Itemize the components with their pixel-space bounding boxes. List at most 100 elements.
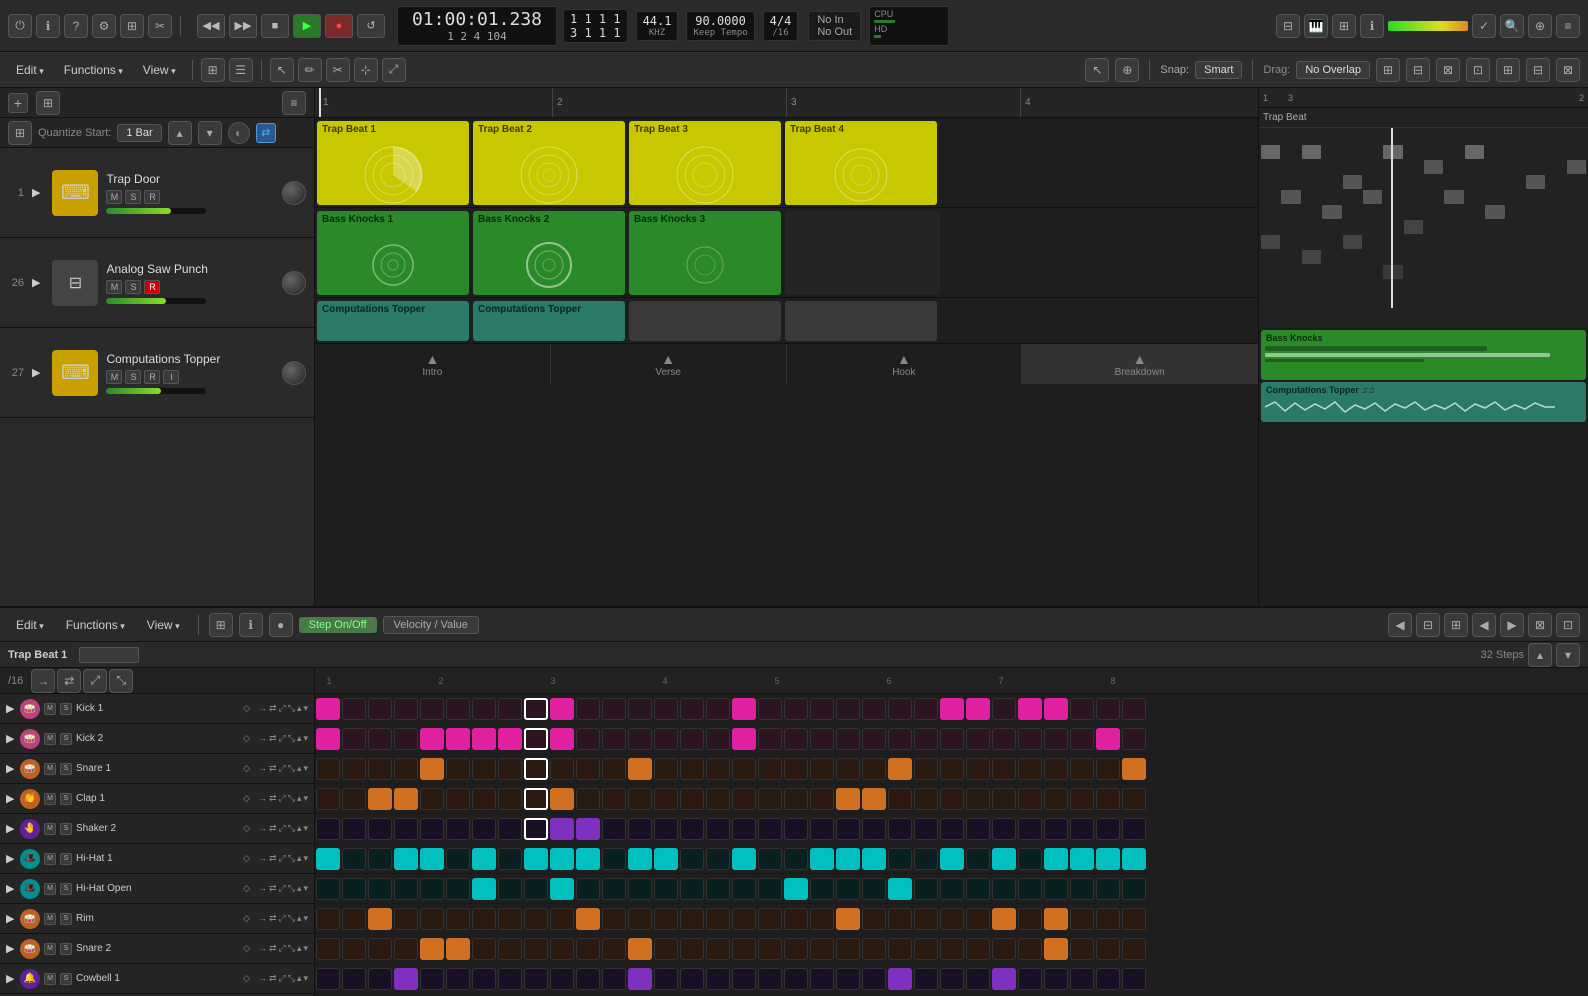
- functions-menu[interactable]: Functions: [56, 60, 131, 80]
- clip-comp-topper-2[interactable]: Computations Topper: [473, 301, 625, 341]
- marquee-tool[interactable]: ⊹: [354, 58, 378, 82]
- track-27-input[interactable]: I: [163, 370, 179, 384]
- shaker2-step-27[interactable]: [992, 818, 1016, 840]
- search-icon[interactable]: 🔍: [1500, 14, 1524, 38]
- clap1-mute[interactable]: M: [44, 793, 56, 805]
- kick2-step-30[interactable]: [1070, 728, 1094, 750]
- rim-step-17[interactable]: [732, 908, 756, 930]
- kick1-solo[interactable]: S: [60, 703, 72, 715]
- snare2-step-32[interactable]: [1122, 938, 1146, 960]
- rt-icon1[interactable]: ⊞: [1376, 58, 1400, 82]
- step-right5[interactable]: ▶: [1500, 613, 1524, 637]
- rim-step-32[interactable]: [1122, 908, 1146, 930]
- hihat1-step-21[interactable]: [836, 848, 860, 870]
- rt-icon3[interactable]: ⊠: [1436, 58, 1460, 82]
- kick1-step-25[interactable]: [940, 698, 964, 720]
- kick2-solo[interactable]: S: [60, 733, 72, 745]
- clap1-step-25[interactable]: [940, 788, 964, 810]
- add-track-button[interactable]: +: [8, 93, 28, 113]
- clap1-step-30[interactable]: [1070, 788, 1094, 810]
- clap1-step-23[interactable]: [888, 788, 912, 810]
- track-27-solo[interactable]: S: [125, 370, 141, 384]
- snare1-step-19[interactable]: [784, 758, 808, 780]
- cowbell1-step-32[interactable]: [1122, 968, 1146, 990]
- track-1-solo[interactable]: S: [125, 190, 141, 204]
- track-27-fader[interactable]: [106, 388, 206, 394]
- kick2-step-4[interactable]: [394, 728, 418, 750]
- clap1-step-12[interactable]: [602, 788, 626, 810]
- kick2-step-18[interactable]: [758, 728, 782, 750]
- inspector-icon[interactable]: ℹ: [1360, 14, 1384, 38]
- hihat1-step-20[interactable]: [810, 848, 834, 870]
- snare2-step-15[interactable]: [680, 938, 704, 960]
- cowbell1-step-30[interactable]: [1070, 968, 1094, 990]
- kick1-step-1[interactable]: [316, 698, 340, 720]
- kick2-step-31[interactable]: [1096, 728, 1120, 750]
- shaker2-step-22[interactable]: [862, 818, 886, 840]
- kick2-step-14[interactable]: [654, 728, 678, 750]
- shaker2-step-13[interactable]: [628, 818, 652, 840]
- hihat1-step-25[interactable]: [940, 848, 964, 870]
- kick2-step-23[interactable]: [888, 728, 912, 750]
- rim-step-25[interactable]: [940, 908, 964, 930]
- hihatopen-step-10[interactable]: [550, 878, 574, 900]
- track-27-icon[interactable]: ⌨: [52, 350, 98, 396]
- snare2-step-1[interactable]: [316, 938, 340, 960]
- snare2-step-4[interactable]: [394, 938, 418, 960]
- hihatopen-step-4[interactable]: [394, 878, 418, 900]
- track-26-mute[interactable]: M: [106, 280, 122, 294]
- clap1-step-28[interactable]: [1018, 788, 1042, 810]
- cowbell1-step-18[interactable]: [758, 968, 782, 990]
- shaker2-step-11[interactable]: [576, 818, 600, 840]
- hihatopen-step-2[interactable]: [342, 878, 366, 900]
- rim-step-31[interactable]: [1096, 908, 1120, 930]
- snare2-step-27[interactable]: [992, 938, 1016, 960]
- help-icon[interactable]: ?: [64, 14, 88, 38]
- cowbell1-step-12[interactable]: [602, 968, 626, 990]
- clap1-step-21[interactable]: [836, 788, 860, 810]
- rim-step-3[interactable]: [368, 908, 392, 930]
- cowbell1-step-9[interactable]: [524, 968, 548, 990]
- hihatopen-step-29[interactable]: [1044, 878, 1068, 900]
- hihatopen-step-14[interactable]: [654, 878, 678, 900]
- shaker2-step-24[interactable]: [914, 818, 938, 840]
- kick1-step-2[interactable]: [342, 698, 366, 720]
- step-right2[interactable]: ⊟: [1416, 613, 1440, 637]
- step-view-menu[interactable]: View: [139, 615, 188, 635]
- clip-trap-beat-4[interactable]: Trap Beat 4: [785, 121, 937, 205]
- snare2-step-23[interactable]: [888, 938, 912, 960]
- timesig-display[interactable]: 4/4 /16: [763, 11, 799, 41]
- cowbell1-step-5[interactable]: [420, 968, 444, 990]
- kick2-step-28[interactable]: [1018, 728, 1042, 750]
- cowbell1-step-3[interactable]: [368, 968, 392, 990]
- track-1-icon[interactable]: ⌨: [52, 170, 98, 216]
- settings-icon[interactable]: ⚙: [92, 14, 116, 38]
- kick1-step-13[interactable]: [628, 698, 652, 720]
- hihatopen-step-28[interactable]: [1018, 878, 1042, 900]
- cowbell1-step-13[interactable]: [628, 968, 652, 990]
- clap1-step-17[interactable]: [732, 788, 756, 810]
- step-right1[interactable]: ◀: [1388, 613, 1412, 637]
- step-icon3[interactable]: ●: [269, 613, 293, 637]
- snare1-step-20[interactable]: [810, 758, 834, 780]
- kick1-step-30[interactable]: [1070, 698, 1094, 720]
- cowbell1-step-4[interactable]: [394, 968, 418, 990]
- shaker2-step-7[interactable]: [472, 818, 496, 840]
- clip-trap-beat-2[interactable]: Trap Beat 2: [473, 121, 625, 205]
- kick1-step-10[interactable]: [550, 698, 574, 720]
- rim-step-11[interactable]: [576, 908, 600, 930]
- cursor-icon[interactable]: ↖: [1085, 58, 1109, 82]
- shaker2-step-15[interactable]: [680, 818, 704, 840]
- rewind-button[interactable]: ◀◀: [197, 14, 225, 38]
- hihatopen-step-8[interactable]: [498, 878, 522, 900]
- kick1-arrow2[interactable]: ⇄: [269, 703, 277, 714]
- shaker2-step-16[interactable]: [706, 818, 730, 840]
- rt-icon4[interactable]: ⊡: [1466, 58, 1490, 82]
- beats-display[interactable]: 1 1 1 1 3 1 1 1: [563, 9, 628, 43]
- rim-step-20[interactable]: [810, 908, 834, 930]
- track-27-record[interactable]: R: [144, 370, 160, 384]
- track-1-fader[interactable]: [106, 208, 206, 214]
- shaker2-step-21[interactable]: [836, 818, 860, 840]
- clap1-step-16[interactable]: [706, 788, 730, 810]
- pattern-icon[interactable]: ⊞: [36, 91, 60, 115]
